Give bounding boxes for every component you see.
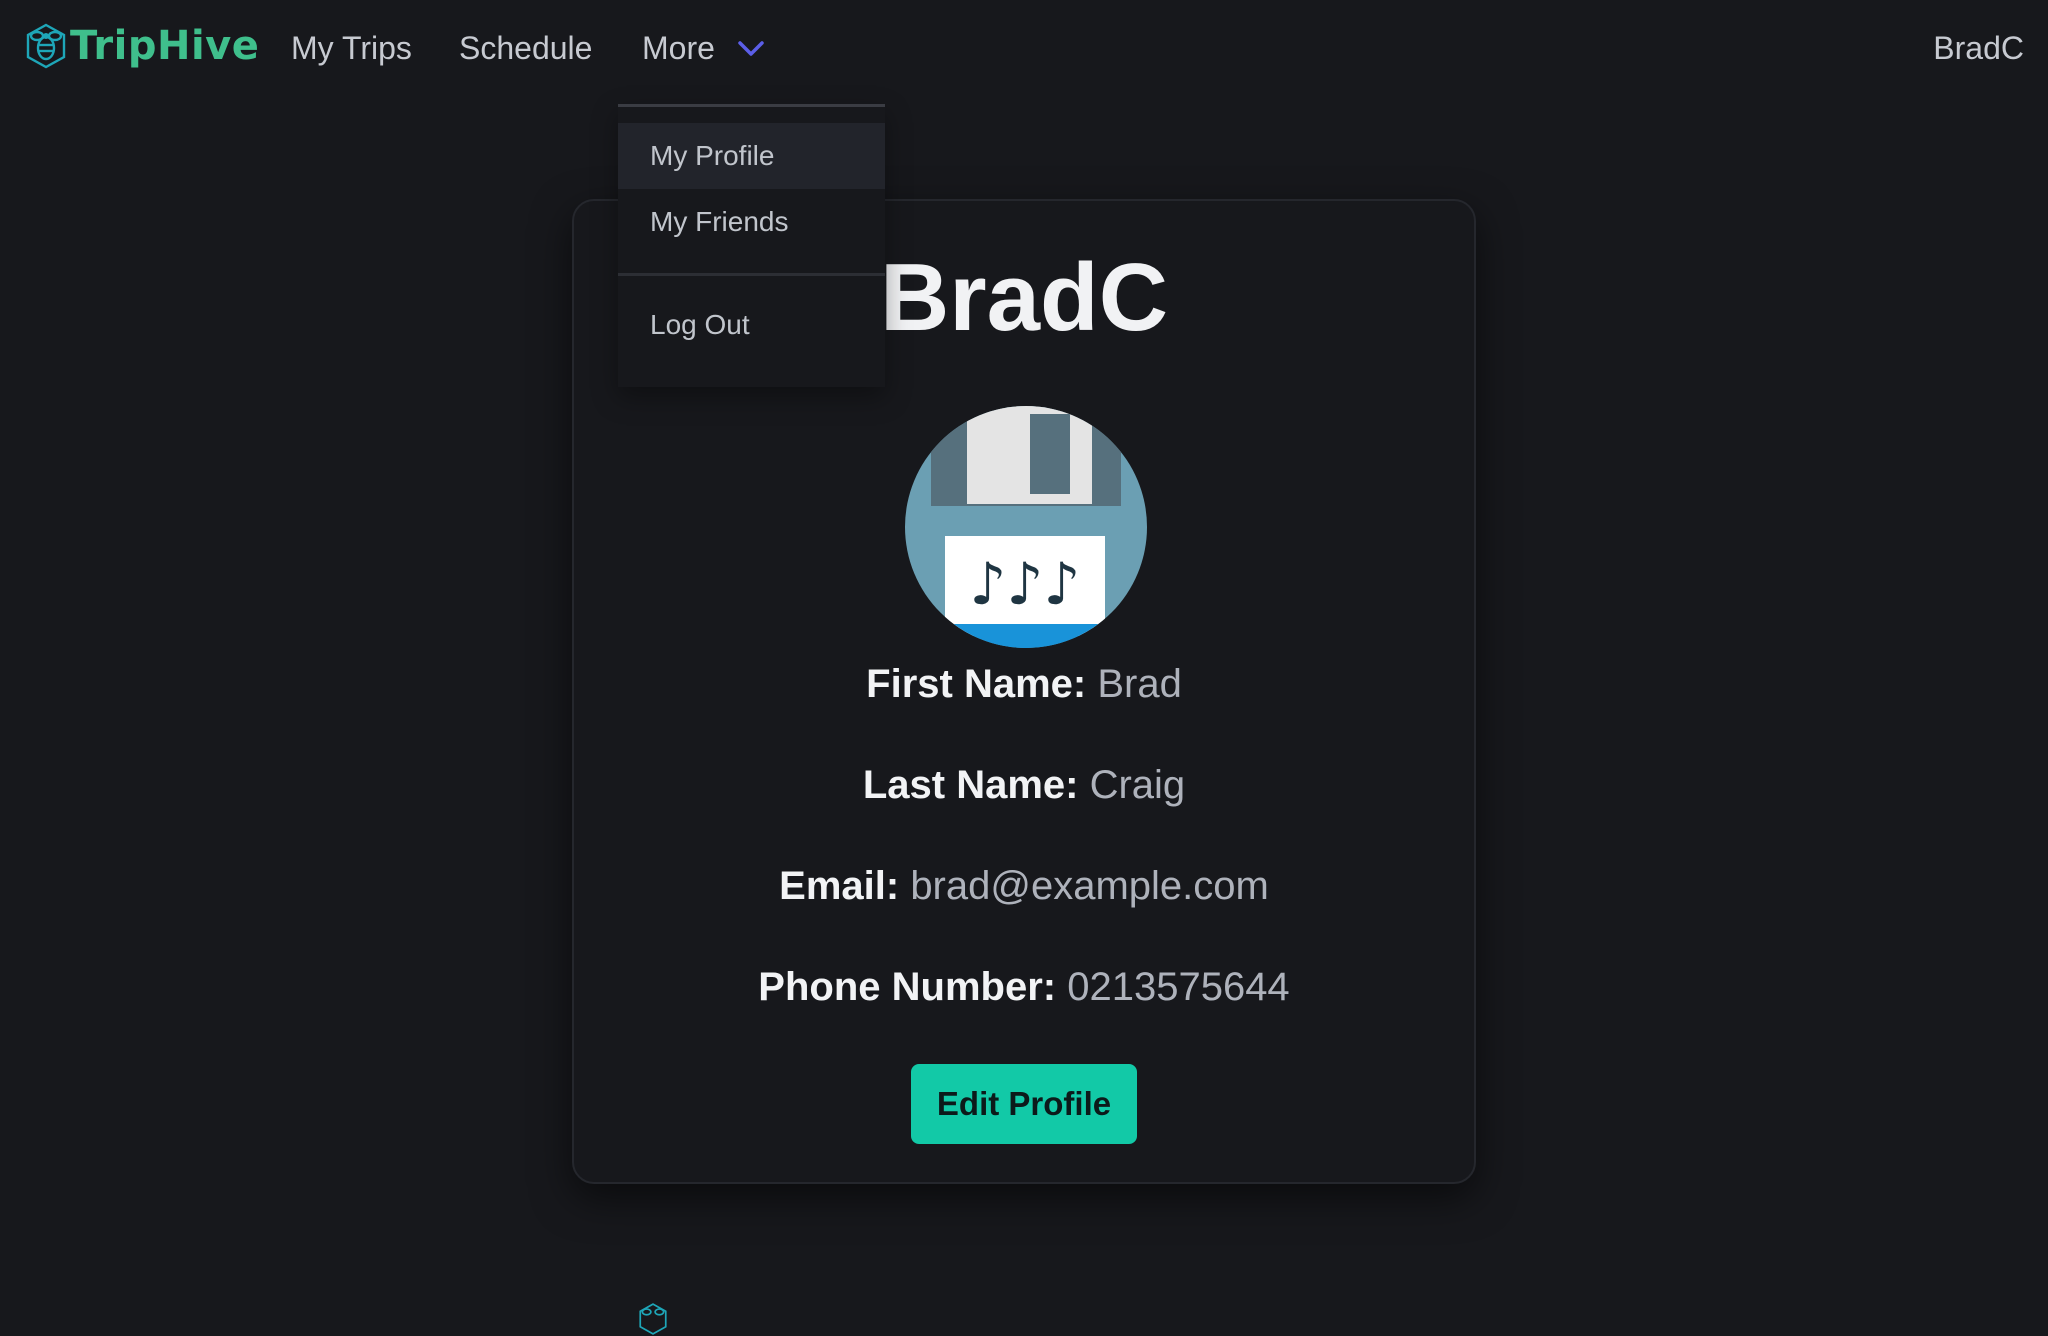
- menu-item-my-friends[interactable]: My Friends: [618, 189, 885, 255]
- phone-value: 0213575644: [1067, 965, 1290, 1009]
- field-email: Email: brad@example.com: [574, 864, 1474, 909]
- footer-bee-logo-icon: [639, 1303, 667, 1335]
- top-navbar: TripHive My Trips Schedule More BradC: [0, 0, 2048, 104]
- brand-name: TripHive: [70, 23, 260, 69]
- field-last-name: Last Name: Craig: [574, 763, 1474, 808]
- menu-item-log-out[interactable]: Log Out: [618, 292, 885, 358]
- first-name-value: Brad: [1097, 662, 1182, 706]
- email-label: Email:: [779, 864, 900, 908]
- nav-my-trips[interactable]: My Trips: [291, 30, 412, 67]
- chevron-down-icon: [738, 40, 764, 56]
- nav-more-dropdown-toggle[interactable]: More: [642, 30, 765, 67]
- field-first-name: First Name: Brad: [574, 662, 1474, 707]
- last-name-label: Last Name:: [862, 763, 1079, 807]
- email-value: brad@example.com: [910, 864, 1269, 908]
- nav-schedule[interactable]: Schedule: [459, 30, 592, 67]
- edit-profile-button[interactable]: Edit Profile: [911, 1064, 1137, 1144]
- profile-avatar: ♪♪♪: [905, 406, 1147, 648]
- first-name-label: First Name:: [866, 662, 1087, 706]
- brand-logo-link[interactable]: TripHive: [24, 22, 259, 70]
- bee-logo-icon: [26, 23, 66, 69]
- nav-user-menu[interactable]: BradC: [1933, 30, 2024, 67]
- menu-divider: [618, 273, 885, 276]
- floppy-disk-music-icon: ♪♪♪: [905, 406, 1147, 648]
- field-phone-number: Phone Number: 0213575644: [574, 965, 1474, 1010]
- more-dropdown-menu: My Profile My Friends Log Out: [618, 104, 885, 387]
- menu-item-my-profile[interactable]: My Profile: [618, 123, 885, 189]
- last-name-value: Craig: [1089, 763, 1186, 807]
- nav-more-label: More: [642, 30, 715, 66]
- music-notes: ♪♪♪: [969, 550, 1080, 618]
- phone-label: Phone Number:: [758, 965, 1057, 1009]
